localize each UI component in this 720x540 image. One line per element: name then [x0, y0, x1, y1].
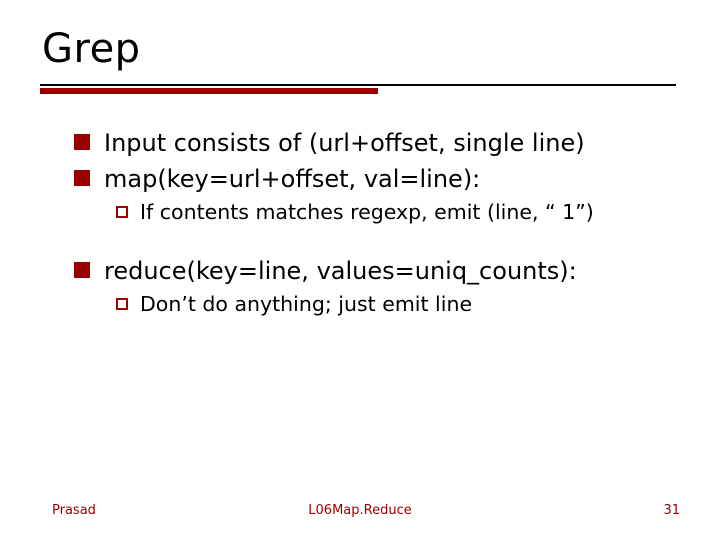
title-accent-bar	[40, 88, 378, 94]
list-item: Input consists of (url+offset, single li…	[74, 128, 684, 158]
footer-deck-name: L06Map.Reduce	[0, 503, 720, 518]
title-underline	[40, 84, 676, 86]
list-item: map(key=url+offset, val=line):	[74, 164, 684, 194]
bullet-text: Input consists of (url+offset, single li…	[104, 128, 585, 158]
slide: Grep Input consists of (url+offset, sing…	[0, 0, 720, 540]
bullet-hollow-icon	[116, 298, 128, 310]
list-sub-item: If contents matches regexp, emit (line, …	[116, 200, 684, 226]
bullet-filled-icon	[74, 170, 90, 186]
bullet-text: map(key=url+offset, val=line):	[104, 164, 480, 194]
bullet-text: reduce(key=line, values=uniq_counts):	[104, 256, 577, 286]
bullet-filled-icon	[74, 262, 90, 278]
list-sub-item: Don’t do anything; just emit line	[116, 292, 684, 318]
slide-body: Input consists of (url+offset, single li…	[74, 128, 684, 325]
spacer	[74, 234, 684, 256]
bullet-filled-icon	[74, 134, 90, 150]
bullet-text: Don’t do anything; just emit line	[140, 292, 472, 318]
footer-page-number: 31	[663, 503, 680, 518]
list-item: reduce(key=line, values=uniq_counts):	[74, 256, 684, 286]
slide-title: Grep	[42, 26, 141, 72]
bullet-hollow-icon	[116, 206, 128, 218]
bullet-text: If contents matches regexp, emit (line, …	[140, 200, 594, 226]
